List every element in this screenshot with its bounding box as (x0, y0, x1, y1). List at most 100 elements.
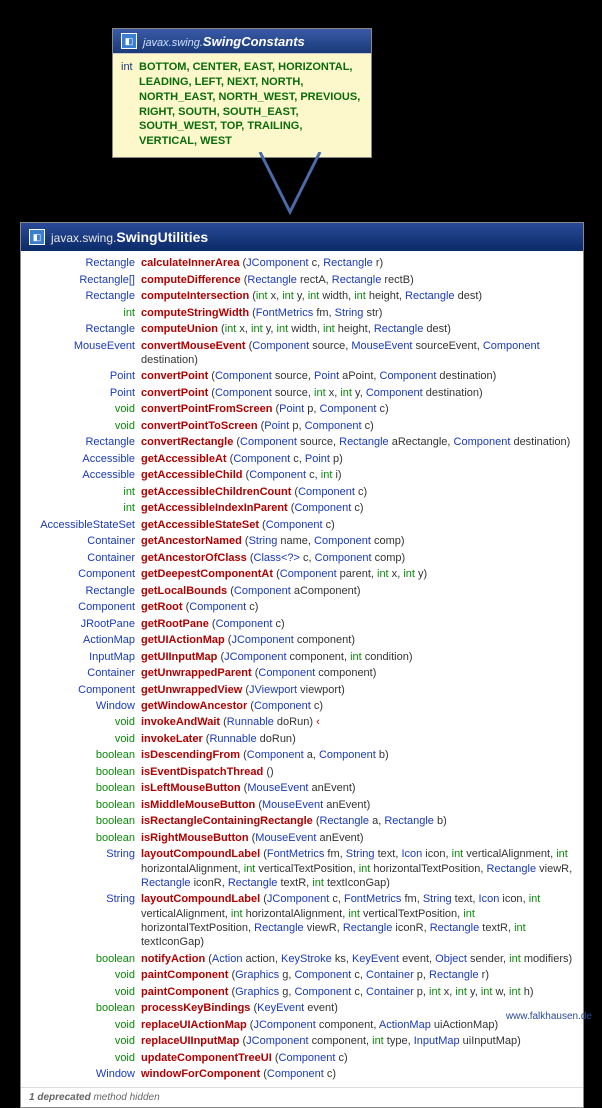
return-type: Rectangle (29, 435, 141, 449)
method-signature: getDeepestComponentAt (Component parent,… (141, 567, 575, 581)
method-row: WindowwindowForComponent (Component c) (21, 1066, 583, 1082)
method-name: convertPoint (141, 370, 208, 382)
method-signature: getUnwrappedParent (Component component) (141, 666, 575, 680)
swingutilities-box: ◧ javax.swing.SwingUtilities Rectangleca… (20, 222, 584, 1108)
method-signature: convertPointFromScreen (Point p, Compone… (141, 402, 575, 416)
return-type: void (29, 985, 141, 999)
method-name: isMiddleMouseButton (141, 799, 255, 811)
return-type: boolean (29, 765, 141, 779)
method-list: RectanglecalculateInnerArea (JComponent … (21, 251, 583, 1087)
return-type: Accessible (29, 468, 141, 482)
method-signature: convertMouseEvent (Component source, Mou… (141, 339, 575, 368)
method-row: booleanisLeftMouseButton (MouseEvent anE… (21, 780, 583, 796)
return-type: Component (29, 600, 141, 614)
method-row: ComponentgetDeepestComponentAt (Componen… (21, 566, 583, 582)
method-signature: getUIInputMap (JComponent component, int… (141, 650, 575, 664)
method-name: notifyAction (141, 953, 205, 965)
interface-icon: ◧ (121, 33, 137, 49)
method-name: computeDifference (141, 274, 241, 286)
method-name: getAncestorOfClass (141, 552, 247, 564)
method-name: updateComponentTreeUI (141, 1052, 272, 1064)
method-row: InputMapgetUIInputMap (JComponent compon… (21, 648, 583, 664)
return-type: boolean (29, 814, 141, 828)
method-name: getUIActionMap (141, 634, 225, 646)
method-name: isRightMouseButton (141, 832, 249, 844)
return-type: void (29, 968, 141, 982)
method-row: booleanisMiddleMouseButton (MouseEvent a… (21, 797, 583, 813)
method-row: ComponentgetUnwrappedView (JViewport vie… (21, 681, 583, 697)
method-name: computeStringWidth (141, 307, 249, 319)
method-signature: layoutCompoundLabel (JComponent c, FontM… (141, 892, 575, 949)
method-row: voidpaintComponent (Graphics g, Componen… (21, 984, 583, 1000)
method-name: getAccessibleChild (141, 469, 242, 481)
method-signature: paintComponent (Graphics g, Component c,… (141, 985, 575, 999)
method-signature: computeStringWidth (FontMetrics fm, Stri… (141, 306, 575, 320)
method-row: voidconvertPointToScreen (Point p, Compo… (21, 418, 583, 434)
return-type: void (29, 1051, 141, 1065)
method-signature: getAncestorNamed (String name, Component… (141, 534, 575, 548)
method-name: layoutCompoundLabel (141, 893, 260, 905)
method-signature: getRootPane (Component c) (141, 617, 575, 631)
credit-link[interactable]: www.falkhausen.de (506, 1011, 592, 1022)
return-type: JRootPane (29, 617, 141, 631)
method-name: convertPointFromScreen (141, 403, 272, 415)
method-signature: isEventDispatchThread () (141, 765, 575, 779)
method-signature: isLeftMouseButton (MouseEvent anEvent) (141, 781, 575, 795)
method-row: AccessiblegetAccessibleChild (Component … (21, 467, 583, 483)
return-type: boolean (29, 1001, 141, 1015)
method-name: layoutCompoundLabel (141, 848, 260, 860)
method-name: replaceUIActionMap (141, 1019, 247, 1031)
method-name: computeIntersection (141, 290, 249, 302)
method-row: StringlayoutCompoundLabel (JComponent c,… (21, 891, 583, 950)
method-signature: getAncestorOfClass (Class<?> c, Componen… (141, 551, 575, 565)
method-row: ContainergetAncestorNamed (String name, … (21, 533, 583, 549)
return-type: AccessibleStateSet (29, 518, 141, 532)
method-signature: isDescendingFrom (Component a, Component… (141, 748, 575, 762)
method-signature: getUIActionMap (JComponent component) (141, 633, 575, 647)
swingutilities-header: ◧ javax.swing.SwingUtilities (21, 223, 583, 251)
method-row: voidconvertPointFromScreen (Point p, Com… (21, 401, 583, 417)
method-signature: convertPointToScreen (Point p, Component… (141, 419, 575, 433)
field-type: int (121, 60, 133, 75)
method-name: replaceUIInputMap (141, 1035, 239, 1047)
method-name: convertRectangle (141, 436, 233, 448)
method-name: getUIInputMap (141, 651, 217, 663)
method-row: intcomputeStringWidth (FontMetrics fm, S… (21, 304, 583, 320)
return-type: void (29, 1034, 141, 1048)
return-type: Rectangle (29, 322, 141, 336)
method-signature: invokeLater (Runnable doRun) (141, 732, 575, 746)
return-type: Accessible (29, 452, 141, 466)
method-name: processKeyBindings (141, 1002, 250, 1014)
method-name: isDescendingFrom (141, 749, 240, 761)
method-name: convertPoint (141, 387, 208, 399)
method-signature: getAccessibleStateSet (Component c) (141, 518, 575, 532)
method-signature: getAccessibleAt (Component c, Point p) (141, 452, 575, 466)
method-signature: notifyAction (Action action, KeyStroke k… (141, 952, 575, 966)
swingconstants-header: ◧ javax.swing.SwingConstants (113, 29, 371, 54)
method-row: intgetAccessibleChildrenCount (Component… (21, 484, 583, 500)
return-type: void (29, 1018, 141, 1032)
return-type: int (29, 306, 141, 320)
method-signature: isRightMouseButton (MouseEvent anEvent) (141, 831, 575, 845)
method-row: voidreplaceUIActionMap (JComponent compo… (21, 1017, 583, 1033)
method-row: voidinvokeAndWait (Runnable doRun) ‹ (21, 714, 583, 730)
return-type: Rectangle[] (29, 273, 141, 287)
return-type: Window (29, 1067, 141, 1081)
method-row: booleannotifyAction (Action action, KeyS… (21, 951, 583, 967)
method-name: invokeLater (141, 733, 203, 745)
class-icon: ◧ (29, 229, 45, 245)
method-name: getAccessibleChildrenCount (141, 486, 291, 498)
method-name: isLeftMouseButton (141, 782, 241, 794)
return-type: boolean (29, 781, 141, 795)
method-row: voidpaintComponent (Graphics g, Componen… (21, 967, 583, 983)
return-type: MouseEvent (29, 339, 141, 353)
method-row: voidupdateComponentTreeUI (Component c) (21, 1050, 583, 1066)
return-type: boolean (29, 831, 141, 845)
main-package: javax.swing. (51, 231, 116, 245)
method-row: ContainergetUnwrappedParent (Component c… (21, 665, 583, 681)
return-type: Point (29, 369, 141, 383)
method-signature: computeDifference (Rectangle rectA, Rect… (141, 273, 575, 287)
return-type: ActionMap (29, 633, 141, 647)
method-row: JRootPanegetRootPane (Component c) (21, 615, 583, 631)
method-signature: computeUnion (int x, int y, int width, i… (141, 322, 575, 336)
